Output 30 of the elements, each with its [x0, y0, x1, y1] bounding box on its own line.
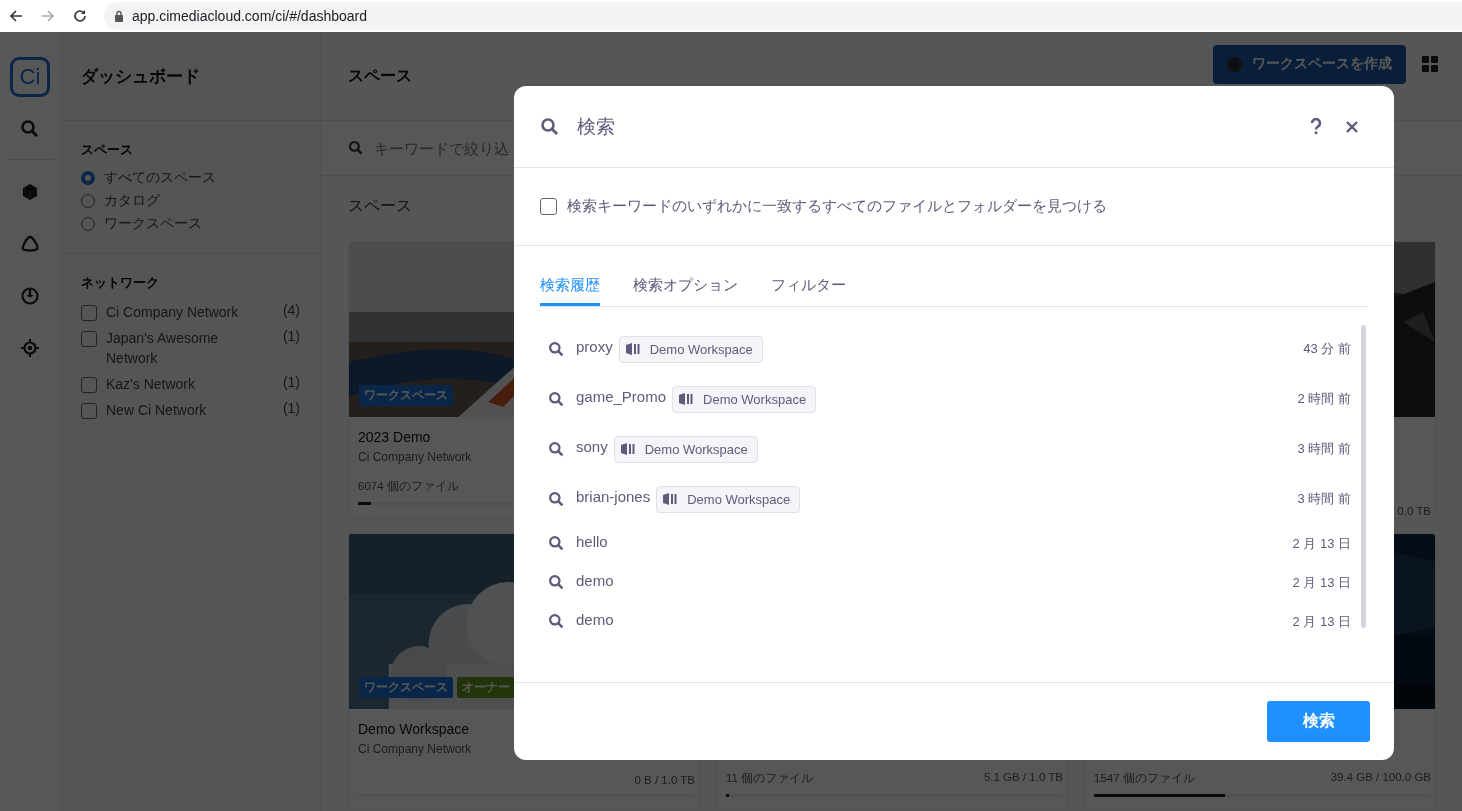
page-title: スペース — [348, 65, 413, 86]
storage-usage: 0 B / 1.0 TB — [634, 774, 695, 786]
storage-usage: 39.4 GB / 100.0 GB — [1330, 771, 1431, 785]
history-time: 2 月 13 日 — [1292, 534, 1351, 553]
section-heading: ネットワーク — [81, 274, 160, 292]
history-time: 43 分 前 — [1303, 340, 1351, 358]
network-count: (4) — [282, 302, 300, 318]
storage-usage: 0.0 TB — [1397, 505, 1431, 517]
network-count: (1) — [282, 328, 300, 344]
storage-usage: 5.1 GB / 1.0 TB — [983, 771, 1063, 785]
network-name: Ci Company Network — [358, 742, 473, 756]
history-time: 3 時間 前 — [1297, 440, 1351, 458]
tag: ワークスペース — [359, 677, 453, 698]
history-time: 3 時間 前 — [1297, 490, 1351, 508]
section-heading: スペース — [81, 141, 134, 159]
network-count: (1) — [282, 374, 300, 390]
network-count: (1) — [282, 400, 300, 416]
card-title: 2023 Demo — [358, 429, 431, 445]
workspace-chip: Demo Workspace — [613, 435, 758, 463]
history-time: 2 月 13 日 — [1292, 612, 1351, 631]
tag: ワークスペース — [359, 385, 453, 406]
section-label: スペース — [348, 196, 412, 216]
workspace-chip: Demo Workspace — [618, 335, 763, 363]
history-time: 2 時間 前 — [1297, 390, 1351, 408]
workspace-chip: Demo Workspace — [672, 385, 817, 413]
card-title: Demo Workspace — [358, 721, 469, 737]
sidebar-title: ダッシュボード — [81, 65, 200, 88]
tag: オーナー — [457, 677, 515, 698]
workspace-chip: Demo Workspace — [656, 485, 801, 513]
history-time: 2 月 13 日 — [1292, 573, 1351, 592]
